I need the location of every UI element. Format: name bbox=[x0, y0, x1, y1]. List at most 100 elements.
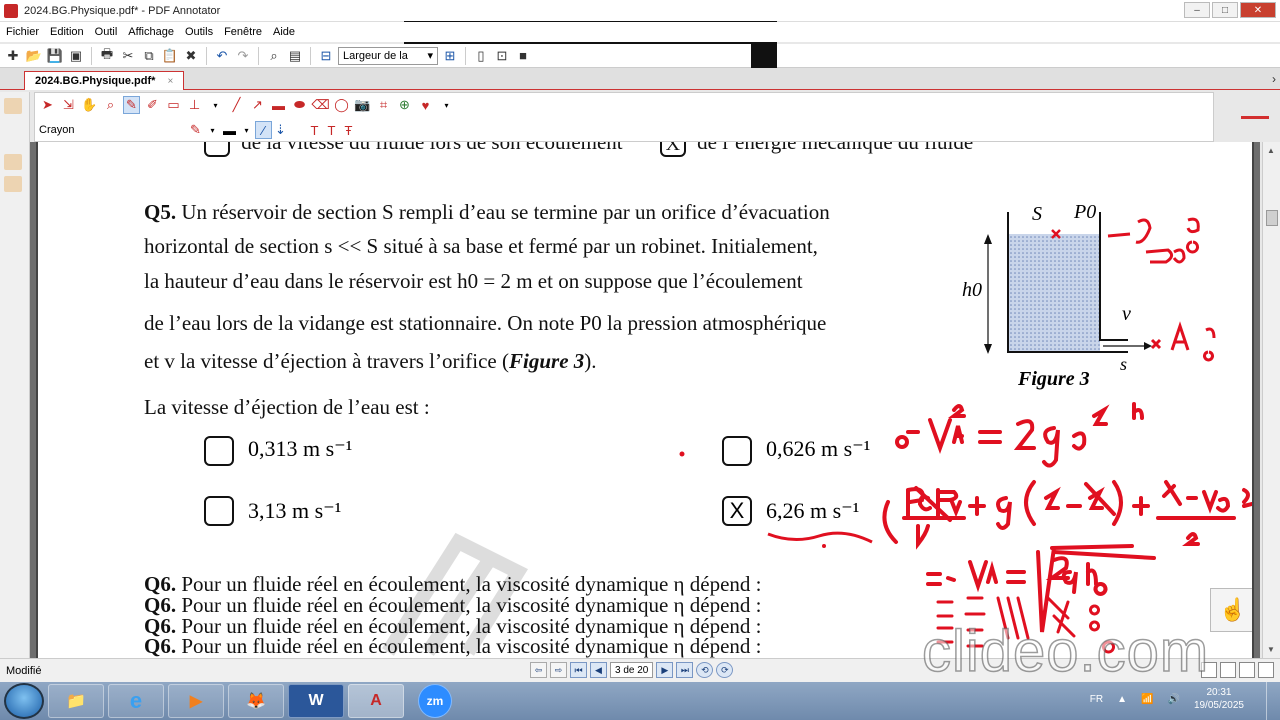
zoom-select[interactable]: Largeur de la ▾ bbox=[338, 46, 438, 65]
fullscreen-icon[interactable]: ■ bbox=[514, 47, 532, 65]
document-tab[interactable]: 2024.BG.Physique.pdf* × bbox=[24, 71, 185, 90]
annotation-list-icon[interactable] bbox=[4, 176, 22, 192]
highlighter-icon[interactable]: ✐ bbox=[144, 96, 161, 114]
chevron-down-icon[interactable]: ▾ bbox=[204, 121, 221, 139]
text-box-icon[interactable]: ▭ bbox=[165, 96, 182, 114]
text-style-1-icon[interactable]: T bbox=[306, 121, 323, 139]
scroll-thumb[interactable] bbox=[1266, 210, 1278, 226]
stroke-down-icon[interactable]: ⇣ bbox=[272, 121, 289, 139]
chevron-down-icon[interactable]: ▾ bbox=[207, 96, 224, 114]
checkbox[interactable] bbox=[204, 142, 230, 158]
pdf-page[interactable]: de la vitesse du fluide lors de son écou… bbox=[36, 142, 1254, 658]
go-forward-icon[interactable]: ⟳ bbox=[716, 662, 734, 678]
menu-outil[interactable]: Outil bbox=[95, 26, 118, 38]
taskbar-media-player[interactable]: ▶ bbox=[168, 684, 224, 718]
line-width-icon[interactable]: ▬ bbox=[221, 121, 238, 139]
zoom-tool-icon[interactable]: ⌕ bbox=[102, 96, 119, 114]
grid-view-icon[interactable] bbox=[1258, 662, 1274, 678]
checkbox-checked[interactable]: X bbox=[659, 142, 686, 158]
language-indicator[interactable]: FR bbox=[1090, 694, 1103, 705]
thumbnail-icon[interactable] bbox=[4, 154, 22, 170]
first-page-button[interactable]: ⏮ bbox=[570, 662, 587, 678]
taskbar-explorer[interactable]: 📁 bbox=[48, 684, 104, 718]
new-document-icon[interactable]: ✚ bbox=[4, 47, 22, 65]
crop-icon[interactable]: ⌗ bbox=[375, 96, 392, 114]
hand-pointer-button[interactable]: ☝ bbox=[1210, 588, 1252, 632]
text-select-icon[interactable]: ⇲ bbox=[60, 96, 77, 114]
show-desktop-button[interactable] bbox=[1266, 682, 1280, 720]
stamp-icon[interactable]: ⊥ bbox=[186, 96, 203, 114]
arrow-line-icon[interactable]: ↗ bbox=[249, 96, 266, 114]
answer-3-checkbox[interactable] bbox=[204, 496, 234, 526]
insert-image-icon[interactable]: ⊕ bbox=[396, 96, 413, 114]
favorites-heart-icon[interactable]: ♥ bbox=[417, 96, 434, 114]
volume-icon[interactable]: 🔊 bbox=[1167, 694, 1179, 705]
history-forward-icon[interactable]: ⇨ bbox=[550, 662, 567, 678]
go-back-icon[interactable]: ⟲ bbox=[696, 662, 714, 678]
start-button[interactable] bbox=[4, 683, 44, 719]
paste-icon[interactable]: 📋 bbox=[161, 47, 179, 65]
text-style-2-icon[interactable]: T bbox=[323, 121, 340, 139]
clock[interactable]: 20:31 19/05/2025 bbox=[1194, 686, 1244, 712]
ellipse-icon[interactable]: ⬬ bbox=[291, 96, 308, 114]
previous-page-button[interactable]: ◀ bbox=[590, 662, 607, 678]
copy-icon[interactable]: ⧉ bbox=[140, 47, 158, 65]
menu-affichage[interactable]: Affichage bbox=[128, 26, 174, 38]
page-indicator[interactable]: 3 de 20 bbox=[610, 662, 654, 678]
taskbar-zoom[interactable]: zm bbox=[418, 684, 452, 718]
zoom-out-icon[interactable]: ⊟ bbox=[317, 47, 335, 65]
cut-icon[interactable]: ✂ bbox=[119, 47, 137, 65]
tab-scroll-icon[interactable]: › bbox=[1272, 72, 1276, 86]
binoculars-icon[interactable]: ⌕ bbox=[265, 47, 283, 65]
print-icon[interactable]: 🖶 bbox=[98, 46, 116, 65]
taskbar-internet-explorer[interactable]: e bbox=[108, 684, 164, 718]
page-layout-icon[interactable]: ▤ bbox=[286, 47, 304, 65]
two-page-view-icon[interactable] bbox=[1220, 662, 1236, 678]
scroll-up-icon[interactable]: ▲ bbox=[1267, 146, 1275, 155]
document-view[interactable]: de la vitesse du fluide lors de son écou… bbox=[30, 142, 1260, 658]
menu-fenetre[interactable]: Fenêtre bbox=[224, 26, 262, 38]
single-page-icon[interactable]: ▯ bbox=[472, 47, 490, 65]
tray-overflow-icon[interactable]: ▲ bbox=[1117, 694, 1127, 705]
history-back-icon[interactable]: ⇦ bbox=[530, 662, 547, 678]
undo-icon[interactable]: ↶ bbox=[213, 47, 231, 65]
maximize-button[interactable]: □ bbox=[1212, 2, 1238, 18]
fit-page-icon[interactable]: ⊡ bbox=[493, 47, 511, 65]
vertical-scrollbar[interactable]: ▲ ▼ bbox=[1262, 142, 1280, 658]
minimize-button[interactable]: – bbox=[1184, 2, 1210, 18]
line-icon[interactable]: ╱ bbox=[228, 96, 245, 114]
save-icon[interactable]: 💾 bbox=[46, 47, 64, 65]
eraser-icon[interactable]: ⌫ bbox=[311, 96, 329, 114]
next-page-button[interactable]: ▶ bbox=[656, 662, 674, 678]
redo-icon[interactable]: ↷ bbox=[234, 47, 252, 65]
close-tab-icon[interactable]: × bbox=[167, 76, 173, 87]
answer-2-checkbox[interactable] bbox=[722, 436, 752, 466]
save-close-icon[interactable]: ▣ bbox=[67, 47, 85, 65]
strikethrough-icon[interactable]: Ŧ bbox=[340, 121, 357, 139]
chevron-down-icon[interactable]: ▾ bbox=[438, 96, 455, 114]
lasso-icon[interactable]: ◯ bbox=[333, 96, 350, 114]
taskbar-firefox[interactable]: 🦊 bbox=[228, 684, 284, 718]
camera-icon[interactable]: 📷 bbox=[354, 96, 371, 114]
bookmark-icon[interactable] bbox=[4, 98, 22, 114]
smooth-stroke-icon[interactable]: ∕ bbox=[255, 121, 272, 139]
close-button[interactable]: ✕ bbox=[1240, 2, 1276, 18]
chevron-down-icon[interactable]: ▾ bbox=[238, 121, 255, 139]
last-page-button[interactable]: ⏭ bbox=[676, 662, 694, 678]
open-folder-icon[interactable]: 📂 bbox=[25, 47, 43, 65]
answer-4-checkbox[interactable]: X bbox=[722, 496, 752, 526]
menu-fichier[interactable]: Fichier bbox=[6, 26, 39, 38]
toolbar-collapse-button[interactable] bbox=[1236, 100, 1274, 134]
delete-icon[interactable]: ✖ bbox=[182, 47, 200, 65]
continuous-view-icon[interactable] bbox=[1239, 662, 1255, 678]
rectangle-icon[interactable]: ▬ bbox=[270, 96, 287, 114]
zoom-in-icon[interactable]: ⊞ bbox=[441, 47, 459, 65]
network-icon[interactable]: 📶 bbox=[1141, 694, 1153, 705]
answer-1-checkbox[interactable] bbox=[204, 436, 234, 466]
taskbar-word[interactable]: W bbox=[288, 684, 344, 718]
menu-aide[interactable]: Aide bbox=[273, 26, 295, 38]
hand-pan-icon[interactable]: ✋ bbox=[81, 96, 98, 114]
select-arrow-icon[interactable]: ➤ bbox=[39, 96, 56, 114]
scroll-down-icon[interactable]: ▼ bbox=[1267, 645, 1275, 654]
menu-edition[interactable]: Edition bbox=[50, 26, 84, 38]
